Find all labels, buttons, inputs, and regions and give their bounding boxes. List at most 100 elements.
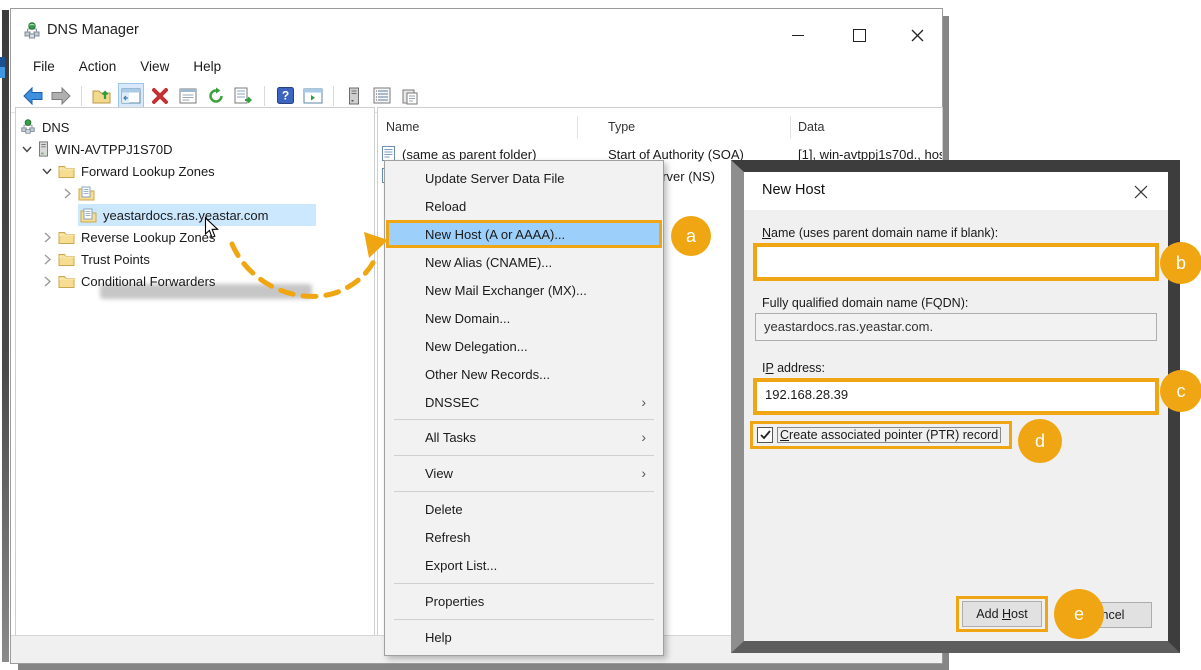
menu-item-reload[interactable]: Reload (386, 192, 662, 220)
properties-icon (179, 88, 197, 104)
column-header-type[interactable]: Type (608, 120, 635, 134)
dialog-title: New Host (762, 182, 825, 198)
refresh-button[interactable] (204, 84, 228, 108)
menu-item-refresh[interactable]: Refresh (386, 523, 662, 551)
minimize-icon (792, 35, 804, 36)
ip-address-input[interactable]: 192.168.28.39 (753, 378, 1159, 415)
server-status-button[interactable] (342, 84, 366, 108)
show-action-pane-button[interactable] (301, 84, 325, 108)
minimize-button[interactable] (783, 26, 813, 44)
ptr-checkbox-label[interactable]: Create associated pointer (PTR) record (777, 427, 1001, 443)
column-separator[interactable] (790, 116, 791, 138)
menu-item-delete[interactable]: Delete (386, 495, 662, 523)
annotation-dashed-arrow (198, 226, 394, 312)
up-one-level-button[interactable] (90, 84, 114, 108)
zone-context-menu: Update Server Data File Reload New Host … (384, 160, 664, 656)
dialog-close-button[interactable] (1132, 183, 1150, 201)
mouse-cursor (204, 217, 219, 239)
menu-item-all-tasks[interactable]: All Tasks› (386, 423, 662, 451)
export-list-button[interactable] (232, 84, 256, 108)
toolbar-separator (264, 86, 265, 106)
tree-label: WIN-AVTPPJ1S70D (55, 142, 173, 157)
background-window-edge (2, 10, 9, 662)
name-input-value (757, 247, 1155, 252)
ptr-checkbox[interactable] (757, 427, 773, 443)
toolbar-separator (81, 86, 82, 106)
tree-item-trust-points[interactable]: Trust Points (40, 248, 150, 270)
close-button[interactable] (902, 26, 932, 44)
folder-icon (58, 164, 75, 178)
menu-help[interactable]: Help (181, 57, 233, 76)
menu-item-new-domain[interactable]: New Domain... (386, 304, 662, 332)
background-fragment (0, 67, 5, 78)
console-tree-icon (121, 88, 141, 104)
record-icon (382, 146, 395, 161)
submenu-arrow-icon: › (641, 465, 646, 481)
tree-item-server[interactable]: WIN-AVTPPJ1S70D (20, 138, 173, 160)
tree-item-yeastardocs-zone[interactable]: yeastardocs.ras.yeastar.com (78, 204, 316, 226)
submenu-arrow-icon: › (641, 429, 646, 445)
list-view-button[interactable] (370, 84, 394, 108)
menu-item-export-list[interactable]: Export List... (386, 551, 662, 579)
name-field-label: Name (uses parent domain name if blank): (762, 226, 998, 240)
column-separator[interactable] (577, 116, 578, 138)
tree-item-reverse-lookup-zones[interactable]: Reverse Lookup Zones (40, 226, 215, 248)
menu-item-help[interactable]: Help (386, 623, 662, 651)
fqdn-field-label: Fully qualified domain name (FQDN): (762, 296, 968, 310)
tree-label: Reverse Lookup Zones (81, 230, 215, 245)
maximize-button[interactable] (844, 26, 874, 44)
export-list-icon (234, 87, 254, 104)
menu-item-dnssec[interactable]: DNSSEC› (386, 388, 662, 416)
title-bar[interactable]: DNS Manager (11, 9, 942, 53)
tree-item-dns-root[interactable]: DNS (20, 116, 69, 138)
chevron-expanded-icon[interactable] (40, 164, 54, 178)
chevron-collapsed-icon[interactable] (40, 252, 54, 266)
menu-item-new-alias[interactable]: New Alias (CNAME)... (386, 248, 662, 276)
tree-item-forward-lookup-zones[interactable]: Forward Lookup Zones (40, 160, 215, 182)
folder-icon (58, 274, 75, 288)
copy-button[interactable] (398, 84, 422, 108)
chevron-collapsed-icon[interactable] (40, 274, 54, 288)
menu-separator (394, 491, 654, 492)
step-badge-d: d (1018, 419, 1062, 463)
menu-item-new-delegation[interactable]: New Delegation... (386, 332, 662, 360)
show-console-tree-button[interactable] (118, 83, 144, 109)
add-host-button[interactable]: Add Host (962, 601, 1042, 627)
console-tree-pane: DNS WIN-AVTPPJ1S70D (15, 107, 375, 637)
properties-button[interactable] (176, 84, 200, 108)
back-button[interactable] (21, 84, 45, 108)
server-icon (348, 87, 360, 105)
toolbar-separator (333, 86, 334, 106)
menu-view[interactable]: View (128, 57, 181, 76)
tree-item-redacted-zone[interactable] (60, 182, 101, 204)
window-title: DNS Manager (47, 22, 139, 38)
menu-item-new-mail-exchanger[interactable]: New Mail Exchanger (MX)... (386, 276, 662, 304)
forward-button[interactable] (49, 84, 73, 108)
menu-file[interactable]: File (21, 57, 67, 76)
chevron-collapsed-icon[interactable] (60, 186, 74, 200)
menu-item-properties[interactable]: Properties (386, 587, 662, 615)
column-header-data[interactable]: Data (798, 120, 824, 134)
ip-field-label: IP address: (762, 361, 825, 375)
delete-button[interactable] (148, 84, 172, 108)
menu-action[interactable]: Action (67, 57, 129, 76)
action-pane-icon (303, 88, 323, 104)
menu-item-update-server-data-file[interactable]: Update Server Data File (386, 164, 662, 192)
menu-item-other-new-records[interactable]: Other New Records... (386, 360, 662, 388)
screenshot-root: DNS Manager File Action View Help (0, 0, 1201, 670)
new-host-dialog: New Host Name (uses parent domain name i… (731, 160, 1180, 653)
help-icon: ? (277, 87, 294, 104)
menu-item-new-host[interactable]: New Host (A or AAAA)... (386, 220, 662, 248)
chevron-collapsed-icon[interactable] (40, 230, 54, 244)
chevron-expanded-icon[interactable] (20, 142, 34, 156)
close-icon (911, 29, 924, 42)
dns-root-icon (20, 119, 36, 135)
column-header-name[interactable]: Name (386, 120, 419, 134)
up-folder-icon (92, 87, 112, 105)
tree-item-conditional-forwarders[interactable]: Conditional Forwarders (40, 270, 215, 292)
dialog-title-bar[interactable]: New Host (744, 172, 1168, 210)
fqdn-field-value: yeastardocs.ras.yeastar.com. (756, 314, 1156, 334)
menu-item-view[interactable]: View› (386, 459, 662, 487)
name-input[interactable] (753, 243, 1159, 281)
help-button[interactable]: ? (273, 84, 297, 108)
